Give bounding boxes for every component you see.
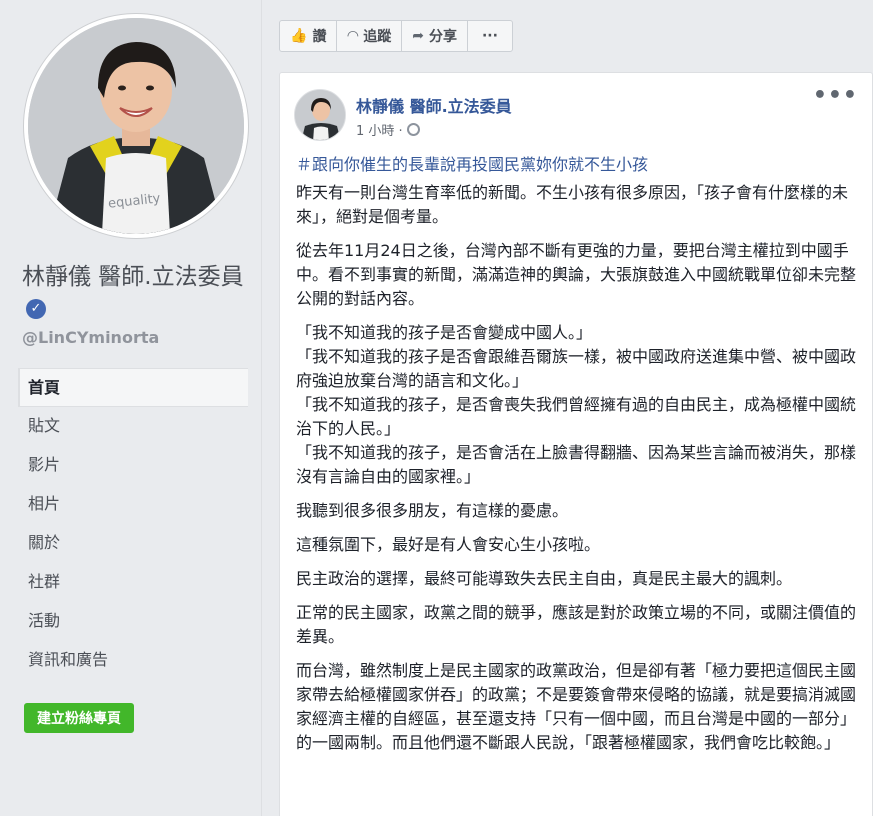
- post-quote: 「我不知道我的孩子是否會變成中國人。」: [296, 323, 593, 342]
- page-handle[interactable]: @LinCYminorta: [22, 328, 159, 347]
- more-actions-button[interactable]: ···: [468, 21, 512, 51]
- post-body: ＃跟向你催生的長輩說再投國民黨妳你就不生小孩 昨天有一則台灣生育率低的新聞。不生…: [296, 153, 862, 765]
- post-paragraph: 而台灣，雖然制度上是民主國家的政黨政治，但是卻有著「極力要把這個民主國家帶去給極…: [296, 661, 857, 752]
- nav-item-community[interactable]: 社群: [18, 563, 248, 602]
- nav-item-about[interactable]: 關於: [18, 524, 248, 563]
- post-quote: 「我不知道我的孩子，是否會喪失我們曾經擁有過的自由民主，成為極權中國統治下的人民…: [296, 395, 857, 438]
- nav-item-videos[interactable]: 影片: [18, 446, 248, 485]
- post-author-name[interactable]: 林靜儀 醫師.立法委員: [356, 93, 512, 117]
- share-button[interactable]: ➦ 分享: [402, 21, 468, 51]
- page-sidebar: equality 林靜儀 醫師.立法委員 ✓ @LinCYminorta 首頁 貼…: [0, 0, 262, 816]
- post-quote: 「我不知道我的孩子是否會跟維吾爾族一樣，被中國政府送進集中營、被中國政府強迫放棄…: [296, 347, 857, 390]
- thumbs-up-icon: 👍: [290, 28, 308, 44]
- profile-picture[interactable]: equality: [24, 14, 248, 238]
- post-paragraph: 這種氛圍下，最好是有人會安心生小孩啦。: [296, 535, 601, 554]
- post-meta: 1 小時 ·: [356, 120, 420, 139]
- post-card: 林靜儀 醫師.立法委員 1 小時 · ••• ＃跟向你催生的長輩說再投國民黨妳你…: [279, 72, 873, 816]
- post-timestamp[interactable]: 1 小時 ·: [356, 120, 403, 139]
- nav-item-events[interactable]: 活動: [18, 602, 248, 641]
- page-nav: 首頁 貼文 影片 相片 關於 社群 活動 資訊和廣告: [18, 368, 248, 680]
- profile-photo: equality: [28, 18, 244, 234]
- page-action-bar: 👍 讚 ◠ 追蹤 ➦ 分享 ···: [279, 20, 513, 52]
- post-paragraph: 從去年11月24日之後，台灣內部不斷有更強的力量，要把台灣主權拉到中國手中。看不…: [296, 241, 857, 308]
- share-arrow-icon: ➦: [412, 28, 424, 44]
- post-paragraph: 正常的民主國家，政黨之間的競爭，應該是對於政策立場的不同，或關注價值的差異。: [296, 603, 857, 646]
- follow-label: 追蹤: [363, 29, 392, 45]
- post-avatar-illustration: [295, 90, 345, 140]
- page-title-text: 林靜儀 醫師.立法委員: [22, 264, 244, 290]
- post-paragraph: 我聽到很多很多朋友，有這樣的憂慮。: [296, 501, 569, 520]
- post-paragraph: 昨天有一則台灣生育率低的新聞。不生小孩有很多原因，「孩子會有什麼樣的未來」，絕對…: [296, 183, 849, 226]
- like-button[interactable]: 👍 讚: [280, 21, 338, 51]
- share-label: 分享: [428, 29, 457, 45]
- follow-button[interactable]: ◠ 追蹤: [337, 21, 403, 51]
- nav-item-posts[interactable]: 貼文: [18, 407, 248, 446]
- nav-item-info-and-ads[interactable]: 資訊和廣告: [18, 641, 248, 680]
- page-title: 林靜儀 醫師.立法委員 ✓: [22, 262, 252, 322]
- post-hashtag[interactable]: ＃跟向你催生的長輩說再投國民黨妳你就不生小孩: [296, 153, 862, 177]
- post-quote: 「我不知道我的孩子，是否會活在上臉書得翻牆、因為某些言論而被消失，那樣沒有言論自…: [296, 443, 857, 486]
- more-dots-icon: ···: [481, 28, 498, 44]
- post-paragraph: 民主政治的選擇，最終可能導致失去民主自由，真是民主最大的諷刺。: [296, 569, 793, 588]
- like-label: 讚: [312, 29, 327, 45]
- verified-badge-icon: ✓: [26, 299, 46, 319]
- post-options-icon[interactable]: •••: [813, 85, 858, 107]
- post-quotes: 「我不知道我的孩子是否會變成中國人。」 「我不知道我的孩子是否會跟維吾爾族一樣，…: [296, 321, 862, 489]
- post-author-avatar[interactable]: [294, 89, 346, 141]
- globe-icon: [406, 123, 420, 136]
- nav-item-home[interactable]: 首頁: [18, 368, 248, 407]
- rss-icon: ◠: [347, 28, 359, 44]
- nav-item-photos[interactable]: 相片: [18, 485, 248, 524]
- create-page-button[interactable]: 建立粉絲專頁: [24, 703, 134, 733]
